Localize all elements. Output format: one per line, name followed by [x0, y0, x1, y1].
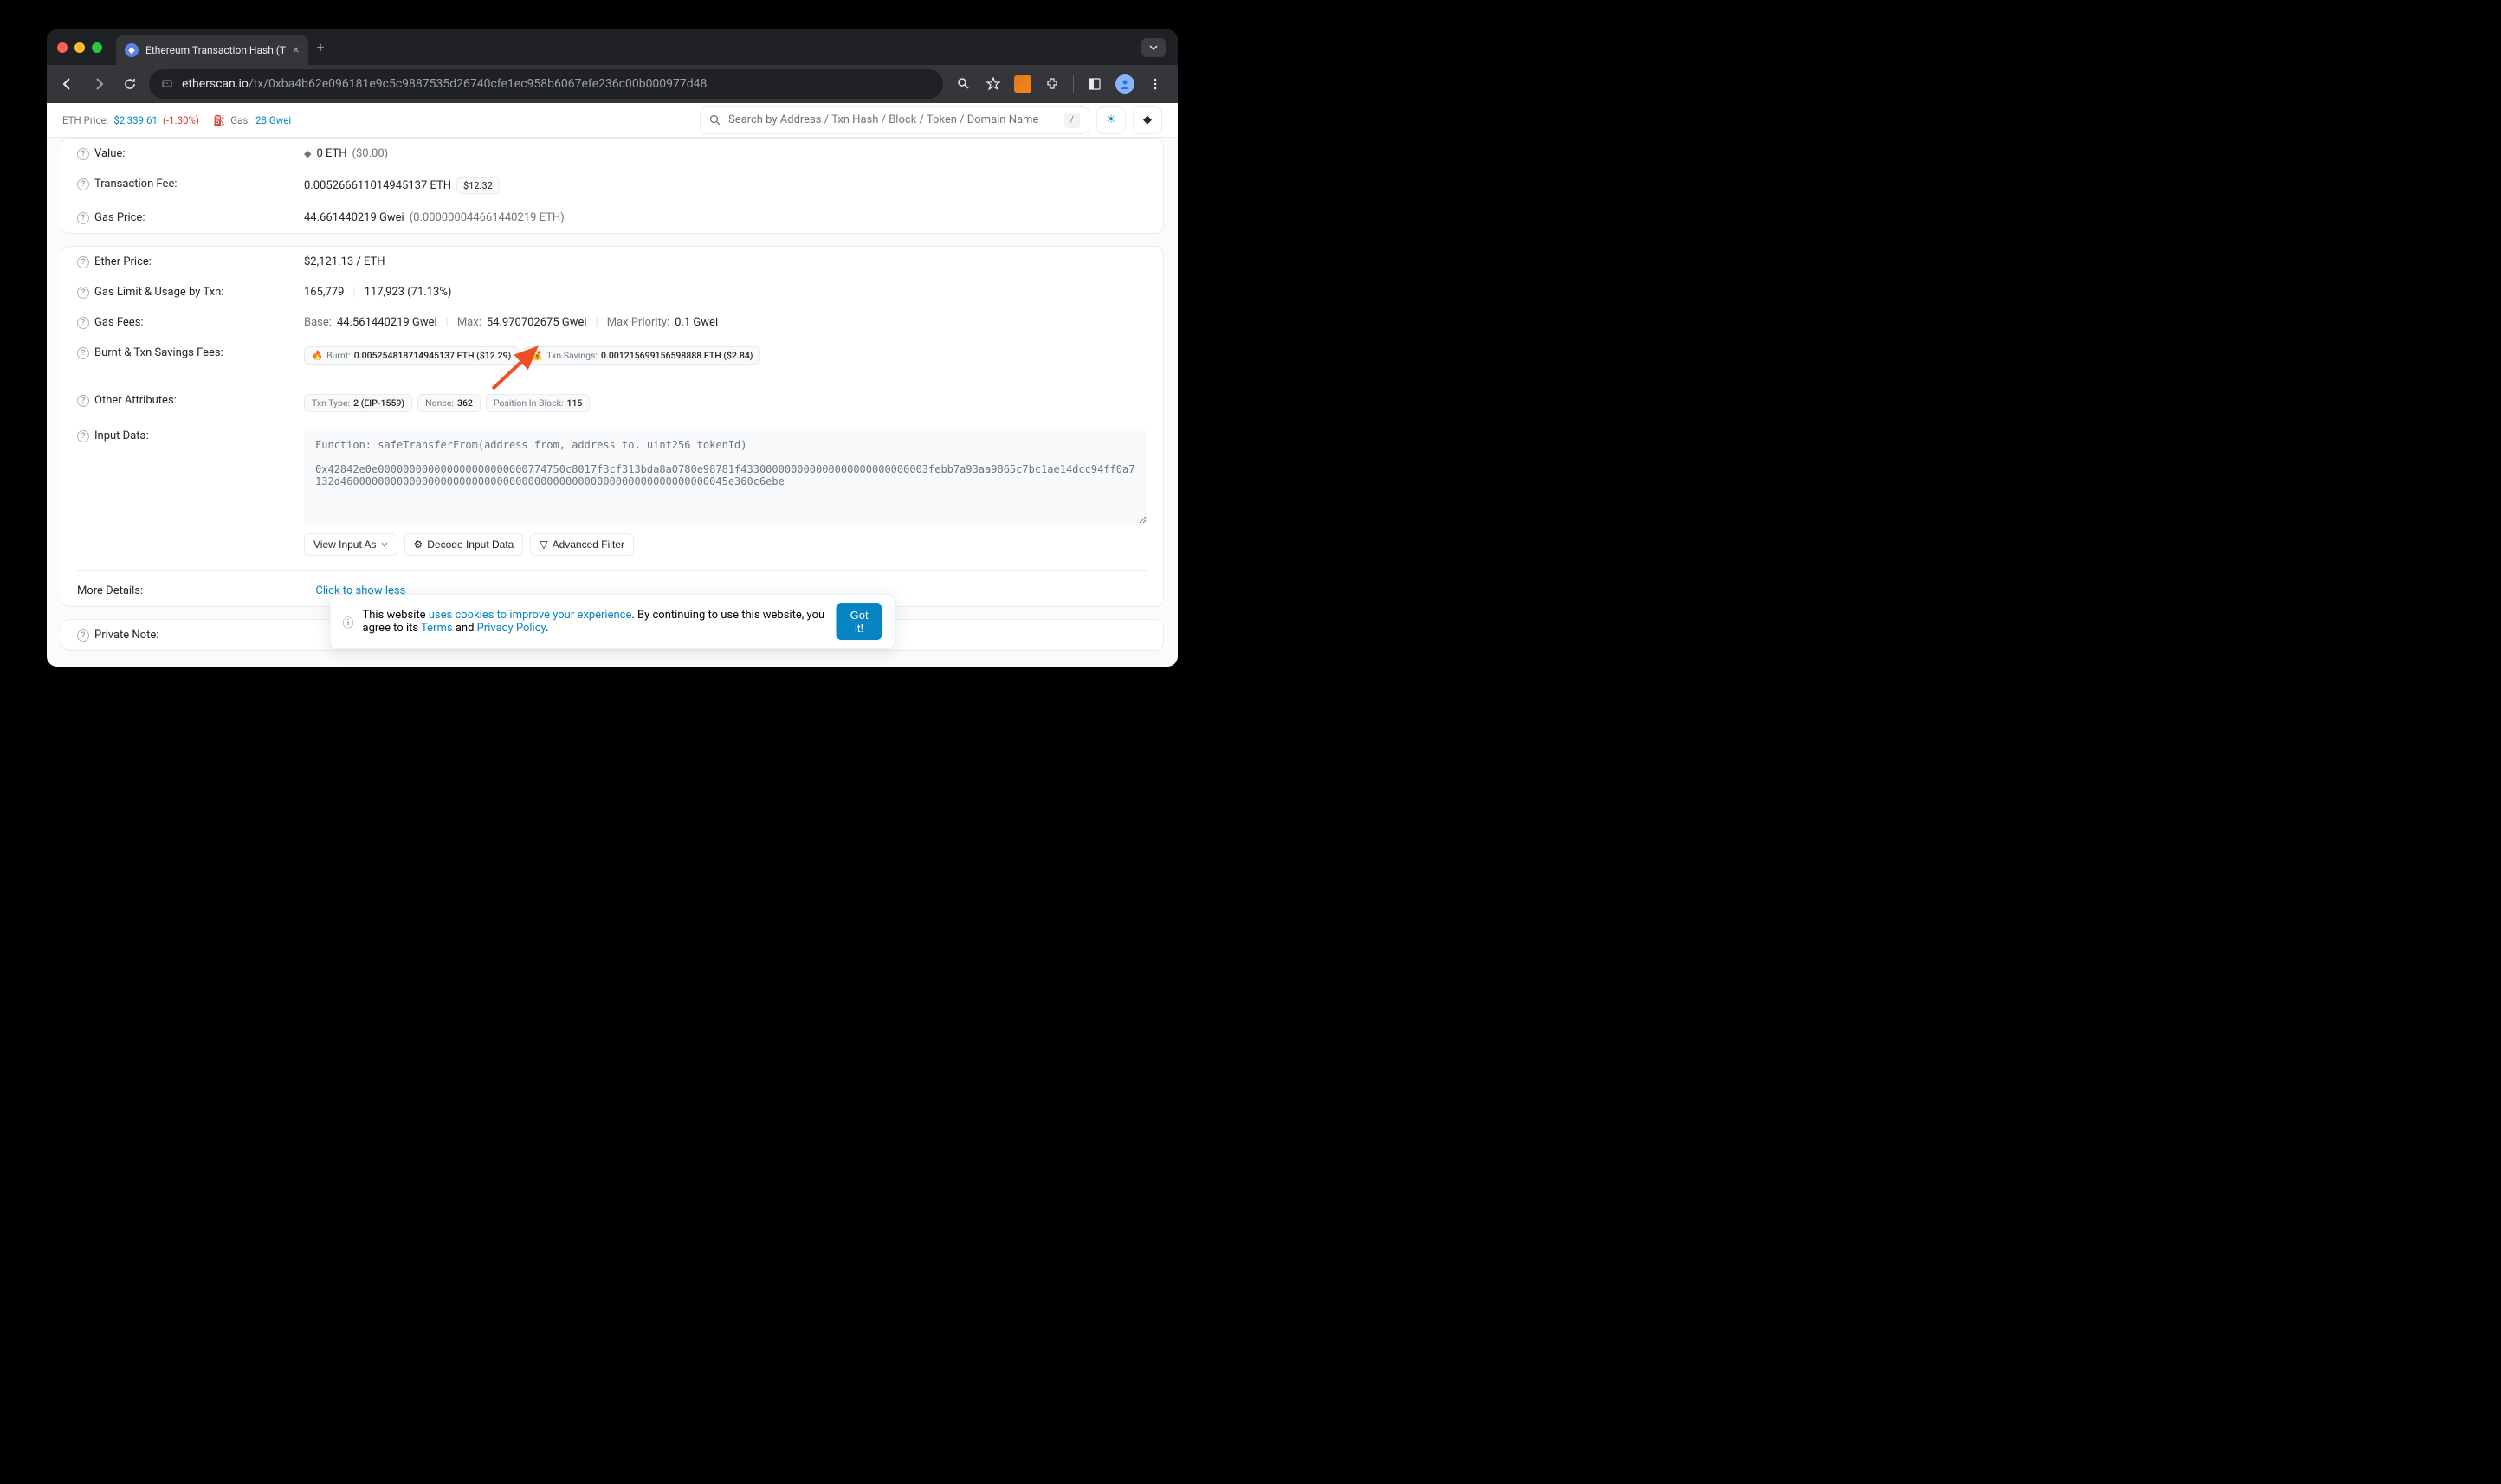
eth-price-change: (-1.30%) [163, 114, 199, 126]
search-kbd-hint: / [1064, 113, 1080, 128]
info-icon: ⓘ [343, 614, 354, 630]
filter-icon: ▽ [540, 539, 547, 551]
window-maximize-button[interactable] [92, 42, 102, 53]
window-minimize-button[interactable] [74, 42, 85, 53]
advanced-filter-button[interactable]: ▽Advanced Filter [530, 533, 634, 556]
toolbar-divider [1073, 75, 1074, 93]
url-text: etherscan.io/tx/0xba4b62e096181e9c5c9887… [182, 77, 707, 91]
row-burnt-savings: ?Burnt & Txn Savings Fees: 🔥Burnt: 0.005… [61, 338, 1163, 373]
toolbar-right [950, 74, 1169, 94]
row-input-data: ?Input Data: View Input As ⚙Decode Input… [61, 421, 1163, 565]
search-icon [709, 114, 721, 126]
nonce-badge: Nonce: 362 [417, 394, 481, 412]
fire-icon: 🔥 [312, 350, 323, 361]
menu-icon[interactable] [1147, 75, 1164, 93]
extensions-icon[interactable] [1044, 75, 1061, 93]
row-other-attributes: ?Other Attributes: Txn Type: 2 (EIP-1559… [61, 385, 1163, 421]
search-placeholder: Search by Address / Txn Hash / Block / T… [728, 113, 1057, 126]
help-icon[interactable]: ? [77, 178, 89, 190]
help-icon[interactable]: ? [77, 148, 89, 160]
tab-favicon-icon: ◆ [125, 43, 139, 57]
page-header: ETH Price: $2,339.61 (-1.30%) ⛽ Gas: 28 … [47, 103, 1178, 138]
new-tab-button[interactable]: + [317, 39, 325, 55]
help-icon[interactable]: ? [77, 212, 89, 224]
sidepanel-icon[interactable] [1086, 75, 1103, 93]
tab-title: Ethereum Transaction Hash (T [145, 44, 286, 56]
help-icon[interactable]: ? [77, 347, 89, 359]
row-gas-fees: ?Gas Fees: Base: 44.561440219 Gwei | Max… [61, 307, 1163, 338]
page-content: ETH Price: $2,339.61 (-1.30%) ⛽ Gas: 28 … [47, 103, 1178, 667]
zoom-icon[interactable] [955, 75, 973, 93]
row-gas-price: ?Gas Price: 44.661440219 Gwei (0.0000000… [61, 203, 1163, 233]
fee-usd-badge: $12.32 [456, 177, 500, 194]
close-icon[interactable]: × [293, 43, 299, 57]
forward-button[interactable] [87, 72, 111, 96]
burnt-badge: 🔥Burnt: 0.005254818714945137 ETH ($12.29… [304, 346, 519, 365]
help-icon[interactable]: ? [77, 430, 89, 442]
header-right: Search by Address / Txn Hash / Block / T… [700, 106, 1162, 134]
savings-icon: 💰 [532, 350, 543, 361]
privacy-link[interactable]: Privacy Policy [477, 622, 546, 635]
reload-button[interactable] [118, 72, 142, 96]
txn-type-badge: Txn Type: 2 (EIP-1559) [304, 394, 412, 412]
site-info-icon[interactable] [161, 76, 173, 92]
terms-link[interactable]: Terms [421, 622, 453, 635]
row-gas-limit: ?Gas Limit & Usage by Txn: 165,779|117,9… [61, 277, 1163, 307]
details-card-2: ?Ether Price: $2,121.13 / ETH ?Gas Limit… [61, 246, 1164, 607]
chevron-down-icon [381, 541, 388, 548]
cookie-text: This website uses cookies to improve you… [363, 609, 828, 635]
divider [77, 570, 1147, 571]
cookies-link[interactable]: uses cookies to improve your experience [429, 609, 632, 622]
row-ether-price: ?Ether Price: $2,121.13 / ETH [61, 247, 1163, 277]
savings-badge: 💰Txn Savings: 0.001215699156598888 ETH (… [524, 346, 760, 365]
cookie-banner: ⓘ This website uses cookies to improve y… [330, 594, 895, 649]
gas-value[interactable]: 28 Gwei [255, 114, 291, 126]
metamask-extension-icon[interactable] [1014, 75, 1031, 93]
decode-input-button[interactable]: ⚙Decode Input Data [404, 533, 524, 556]
help-icon[interactable]: ? [77, 256, 89, 268]
browser-tab-bar: ◆ Ethereum Transaction Hash (T × + [47, 29, 1178, 65]
profile-icon[interactable] [1115, 74, 1134, 94]
eth-price-value[interactable]: $2,339.61 [113, 114, 158, 126]
browser-toolbar: etherscan.io/tx/0xba4b62e096181e9c5c9887… [47, 65, 1178, 103]
got-it-button[interactable]: Got it! [837, 603, 882, 640]
decode-icon: ⚙ [414, 539, 423, 551]
url-bar[interactable]: etherscan.io/tx/0xba4b62e096181e9c5c9887… [149, 69, 943, 99]
details-card-1: ?Value: ◆ 0 ETH ($0.00) ?Transaction Fee… [61, 138, 1164, 234]
window-close-button[interactable] [57, 42, 68, 53]
search-input[interactable]: Search by Address / Txn Hash / Block / T… [700, 106, 1089, 134]
gas-label: Gas: [230, 114, 250, 126]
window-minimize-button[interactable] [1141, 38, 1166, 57]
position-badge: Position In Block: 115 [486, 394, 591, 412]
help-icon[interactable]: ? [77, 317, 89, 329]
browser-tab[interactable]: ◆ Ethereum Transaction Hash (T × [116, 35, 308, 65]
ethereum-network-button[interactable]: ◆ [1133, 106, 1162, 134]
traffic-lights [57, 42, 102, 53]
bookmark-icon[interactable] [985, 75, 1002, 93]
back-button[interactable] [55, 72, 80, 96]
browser-window: ◆ Ethereum Transaction Hash (T × + ether… [47, 29, 1178, 667]
help-icon[interactable]: ? [77, 287, 89, 299]
theme-toggle-button[interactable]: ☀ [1096, 106, 1126, 134]
eth-diamond-icon: ◆ [304, 148, 311, 159]
input-data-textarea[interactable] [304, 429, 1147, 525]
header-stats: ETH Price: $2,339.61 (-1.30%) ⛽ Gas: 28 … [62, 114, 291, 126]
help-icon[interactable]: ? [77, 629, 89, 642]
view-input-as-button[interactable]: View Input As [304, 533, 397, 556]
row-value: ?Value: ◆ 0 ETH ($0.00) [61, 139, 1163, 169]
help-icon[interactable]: ? [77, 395, 89, 407]
gas-pump-icon: ⛽ [213, 114, 225, 126]
row-txn-fee: ?Transaction Fee: 0.005266611014945137 E… [61, 169, 1163, 203]
eth-price-label: ETH Price: [62, 114, 108, 126]
